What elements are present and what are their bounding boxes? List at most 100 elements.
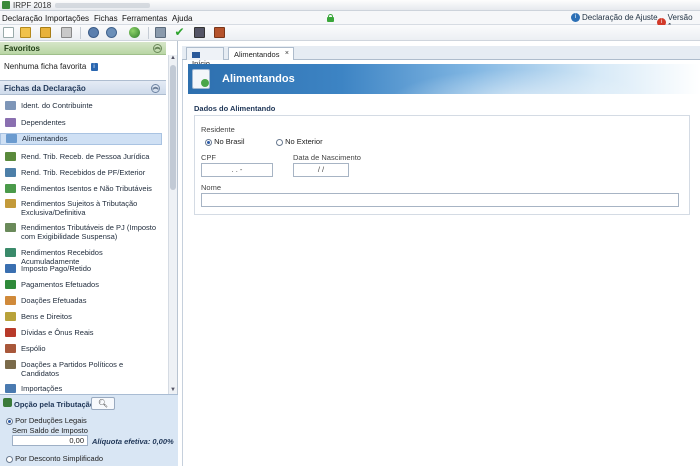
ficha-label: Rend. Trib. Recebidos de PF/Exterior xyxy=(21,168,146,177)
ficha-espolio[interactable]: Espólio xyxy=(0,344,162,353)
ficha-alimentandos[interactable]: Alimentandos xyxy=(0,133,162,145)
ficha-dividas[interactable]: Dívidas e Ônus Reais xyxy=(0,328,162,337)
ficha-rend-isentos[interactable]: Rendimentos Isentos e Não Tributáveis xyxy=(0,184,162,193)
ficha-doacoes[interactable]: Doações Efetuadas xyxy=(0,296,162,305)
money-icon xyxy=(5,199,16,208)
menu-ferramentas[interactable]: Ferramentas xyxy=(122,14,167,23)
radio-no-exterior[interactable]: No Exterior xyxy=(276,137,323,146)
nome-label: Nome xyxy=(201,183,222,192)
info-icon[interactable]: i xyxy=(90,62,98,71)
radio-label: Por Desconto Simplificado xyxy=(15,454,104,463)
tab-label: Alimentandos xyxy=(234,50,280,59)
menu-fichas[interactable]: Fichas xyxy=(94,14,118,23)
cpf-input[interactable]: . . - xyxy=(201,163,273,177)
ficha-rend-exclusiva[interactable]: Rendimentos Sujeitos à Tributação Exclus… xyxy=(0,199,162,217)
saldo-label: Sem Saldo de Imposto xyxy=(12,426,88,435)
gift-icon xyxy=(5,296,16,305)
person-icon xyxy=(5,101,16,110)
folder-icon[interactable] xyxy=(40,27,51,38)
scroll-thumb[interactable] xyxy=(170,65,176,190)
debt-icon xyxy=(5,328,16,337)
title-bar: IRPF 2018 xyxy=(0,0,700,11)
tax-option-icon xyxy=(3,398,12,407)
aliquota-efetiva: Alíquota efetiva: 0,00% xyxy=(92,437,174,446)
page-banner: Alimentandos xyxy=(188,64,700,94)
fichas-scrollbar[interactable]: ▲ ▼ xyxy=(168,55,177,395)
people-icon xyxy=(5,118,16,127)
globe-icon[interactable] xyxy=(129,27,140,38)
family-icon xyxy=(6,134,17,143)
tab-inicio[interactable]: Início xyxy=(186,47,224,68)
ficha-ident-contribuinte[interactable]: Ident. do Contribuinte xyxy=(0,101,162,110)
radio-desconto-simplificado[interactable]: Por Desconto Simplificado xyxy=(6,454,103,463)
radio-icon xyxy=(205,138,212,146)
favoritos-title: Favoritos xyxy=(4,44,41,53)
book-icon[interactable] xyxy=(214,27,225,38)
scroll-up-icon[interactable]: ▲ xyxy=(169,55,177,63)
banner-decoration xyxy=(368,64,668,94)
ficha-label: Espólio xyxy=(21,344,46,353)
coin-icon xyxy=(5,312,16,321)
tab-alimentandos[interactable]: Alimentandos × xyxy=(228,47,294,60)
ficha-bens-direitos[interactable]: Bens e Direitos xyxy=(0,312,162,321)
declaracao-ajuste-link[interactable]: i Declaração de Ajuste xyxy=(571,13,658,22)
calculator-icon[interactable] xyxy=(194,27,205,38)
ficha-rend-suspensa[interactable]: Rendimentos Tributáveis de PJ (Imposto c… xyxy=(0,223,162,241)
nome-input[interactable] xyxy=(201,193,679,207)
fichas-title: Fichas da Declaração xyxy=(4,84,86,93)
saldo-value: 0,00 xyxy=(12,435,88,446)
menu-ajuda[interactable]: Ajuda xyxy=(172,14,192,23)
search-button[interactable]: 🔍︎ xyxy=(91,397,115,410)
data-nascimento-input[interactable]: / / xyxy=(293,163,349,177)
menu-bar: Declaração Importações Fichas Ferramenta… xyxy=(0,11,700,31)
ficha-label: Importações xyxy=(21,384,63,393)
open-folder-icon[interactable] xyxy=(20,27,31,38)
menu-declaracao[interactable]: Declaração xyxy=(2,14,42,23)
tab-bar: Início Alimentandos × xyxy=(182,46,700,68)
declaracao-ajuste-label: Declaração de Ajuste xyxy=(582,13,658,22)
title-redacted-bar xyxy=(55,3,150,8)
fichas-header[interactable]: Fichas da Declaração ︽ xyxy=(0,80,166,95)
toolbar-separator xyxy=(148,27,149,39)
data-nascimento-label: Data de Nascimento xyxy=(293,153,361,162)
toolbar-separator xyxy=(80,27,81,39)
money-person-icon xyxy=(5,168,16,177)
estate-icon xyxy=(5,344,16,353)
radio-deducoes-legais[interactable]: Por Deduções Legais xyxy=(6,416,87,425)
ficha-label: Doações a Partidos Políticos e Candidato… xyxy=(21,360,124,378)
radio-icon xyxy=(6,417,13,425)
ficha-importacoes[interactable]: Importações xyxy=(0,384,162,393)
money-person-icon xyxy=(5,152,16,161)
ficha-rend-trib-pf[interactable]: Rend. Trib. Recebidos de PF/Exterior xyxy=(0,168,162,177)
app-icon xyxy=(2,1,10,9)
collapse-icon[interactable]: ︽ xyxy=(153,44,162,53)
close-icon[interactable]: × xyxy=(285,50,289,57)
ficha-label: Rend. Trib. Receb. de Pessoa Jurídica xyxy=(21,152,150,161)
print-preview-icon[interactable] xyxy=(88,27,99,38)
radio-no-brasil[interactable]: No Brasil xyxy=(205,137,245,146)
import-icon xyxy=(5,384,16,393)
ficha-rend-trib-pj[interactable]: Rend. Trib. Receb. de Pessoa Jurídica xyxy=(0,152,162,161)
trash-icon[interactable] xyxy=(61,27,72,38)
favoritos-header[interactable]: Favoritos ︽ xyxy=(0,42,166,55)
ficha-label: Rendimentos Sujeitos à Tributação Exclus… xyxy=(21,199,138,217)
opcao-title: Opção pela Tributação: xyxy=(14,400,97,409)
money-icon xyxy=(5,184,16,193)
ficha-dependentes[interactable]: Dependentes xyxy=(0,118,162,127)
window-title: IRPF 2018 xyxy=(13,1,52,10)
ficha-imposto-pago[interactable]: Imposto Pago/Retido xyxy=(0,264,162,273)
new-file-icon[interactable] xyxy=(3,27,14,38)
copy-icon[interactable] xyxy=(106,27,117,38)
check-icon[interactable]: ✔ xyxy=(174,26,185,38)
money-icon xyxy=(5,248,16,257)
ficha-pagamentos[interactable]: Pagamentos Efetuados xyxy=(0,280,162,289)
ficha-label: Rendimentos Isentos e Não Tributáveis xyxy=(21,184,152,193)
ficha-doacoes-partidos[interactable]: Doações a Partidos Políticos e Candidato… xyxy=(0,360,162,378)
collapse-icon[interactable]: ︽ xyxy=(151,84,160,93)
menu-importacoes[interactable]: Importações xyxy=(45,14,89,23)
search-icon: 🔍︎ xyxy=(97,399,109,408)
radio-label: No Exterior xyxy=(285,137,323,146)
alimentandos-icon xyxy=(192,69,210,89)
opcao-tributacao-panel: Opção pela Tributação: 🔍︎ Por Deduções L… xyxy=(0,394,178,466)
printer-icon[interactable] xyxy=(155,27,166,38)
